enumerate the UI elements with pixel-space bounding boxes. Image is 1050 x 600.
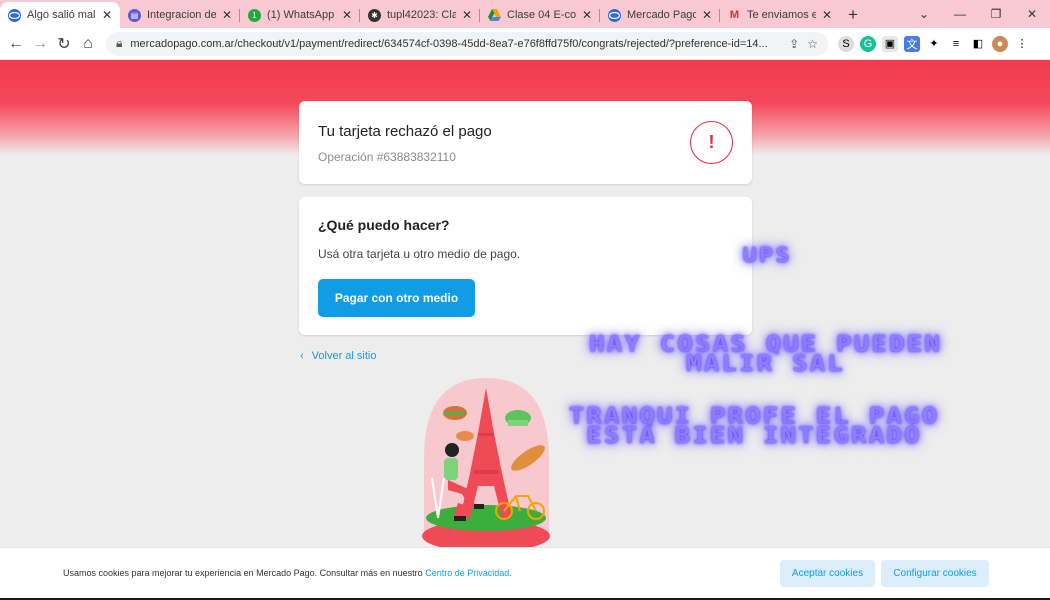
home-icon[interactable]: ⌂ xyxy=(76,32,100,56)
alert-icon: ! xyxy=(690,121,733,164)
tab-title: Mercado Pago D xyxy=(627,9,696,21)
tab-title: (1) WhatsApp xyxy=(267,9,335,21)
status-title: Tu tarjeta rechazó el pago xyxy=(318,123,492,140)
reading-list-icon[interactable]: ≡ xyxy=(948,36,964,52)
screenshot-icon[interactable]: ▣ xyxy=(882,35,898,52)
card-description: Usá otra tarjeta u otro medio de pago. xyxy=(318,247,521,261)
grammarly-icon[interactable]: G xyxy=(860,35,876,52)
close-tab-icon[interactable]: ✕ xyxy=(102,8,112,22)
overlay-line-2b: MALIR SAL xyxy=(686,351,845,378)
translate-icon[interactable]: 文 xyxy=(904,35,920,52)
side-panel-icon[interactable]: ◧ xyxy=(970,36,986,52)
cookie-banner: Usamos cookies para mejorar tu experienc… xyxy=(0,547,1050,600)
privacy-center-link[interactable]: Centro de Privacidad. xyxy=(425,568,512,578)
address-bar[interactable]: 🔒︎ mercadopago.com.ar/checkout/v1/paymen… xyxy=(106,31,828,56)
share-icon[interactable]: ⇪ xyxy=(789,37,799,51)
window-controls: ⌄ — ❐ ✕ xyxy=(906,0,1050,28)
back-arrow-icon[interactable]: ← xyxy=(4,32,28,56)
what-can-i-do-card: ¿Qué puedo hacer? Usá otra tarjeta u otr… xyxy=(299,197,752,335)
restore-icon[interactable]: ❐ xyxy=(978,7,1014,21)
tab-github[interactable]: ✱ tupl42023: Clase ✕ xyxy=(360,2,480,28)
tab-title: tupl42023: Clase xyxy=(387,9,456,21)
tab-title: Integracion de m xyxy=(147,9,216,21)
forward-arrow-icon[interactable]: → xyxy=(28,32,52,56)
mercadopago-icon xyxy=(608,8,621,22)
cookie-message: Usamos cookies para mejorar tu experienc… xyxy=(63,568,512,578)
close-tab-icon[interactable]: ✕ xyxy=(342,8,352,22)
overlay-line-3b: ESTA BIEN INTEGRADO xyxy=(586,423,922,450)
google-drive-icon xyxy=(488,9,501,22)
paris-sticker-illustration xyxy=(422,378,550,552)
whatsapp-icon: 1 xyxy=(248,8,261,22)
printer-icon: ▤ xyxy=(128,8,141,22)
mercadopago-icon xyxy=(8,8,21,22)
browser-tab-strip: Algo salió mal... ✕ ▤ Integracion de m ✕… xyxy=(0,0,1050,28)
tab-title: Algo salió mal... xyxy=(27,9,96,21)
close-tab-icon[interactable]: ✕ xyxy=(582,8,592,22)
close-tab-icon[interactable]: ✕ xyxy=(222,8,232,22)
menu-kebab-icon[interactable]: ⋮ xyxy=(1014,36,1030,52)
close-tab-icon[interactable]: ✕ xyxy=(822,8,832,22)
close-tab-icon[interactable]: ✕ xyxy=(702,8,712,22)
minimize-icon[interactable]: — xyxy=(942,7,978,21)
tab-mercado-pago-dev[interactable]: Mercado Pago D ✕ xyxy=(600,2,720,28)
chevron-left-icon: ‹ xyxy=(300,350,304,362)
checkout-page: Tu tarjeta rechazó el pago Operación #63… xyxy=(0,60,1050,600)
tab-integracion[interactable]: ▤ Integracion de m ✕ xyxy=(120,2,240,28)
operation-number: Operación #63883832110 xyxy=(318,150,456,164)
pay-another-method-button[interactable]: Pagar con otro medio xyxy=(318,279,475,317)
accept-cookies-button[interactable]: Aceptar cookies xyxy=(780,560,875,587)
extension-icons: S G ▣ 文 ✦ ≡ ◧ ● ⋮ xyxy=(838,35,1030,52)
payment-status-card: Tu tarjeta rechazó el pago Operación #63… xyxy=(299,101,752,184)
profile-avatar-icon[interactable]: ● xyxy=(992,35,1008,52)
configure-cookies-button[interactable]: Configurar cookies xyxy=(881,560,989,587)
overlay-ups: UPS xyxy=(742,243,792,268)
card-heading: ¿Qué puedo hacer? xyxy=(318,217,450,233)
close-tab-icon[interactable]: ✕ xyxy=(462,8,472,22)
back-link-label: Volver al sitio xyxy=(311,350,377,362)
tab-title: Clase 04 E-comm xyxy=(507,9,576,21)
tab-algo-salio-mal[interactable]: Algo salió mal... ✕ xyxy=(0,2,120,28)
overlay-line-2: HAY COSAS QUE PUEDEN MALIR SAL xyxy=(553,334,978,378)
tab-title: Te enviamos el c xyxy=(747,9,816,21)
cookie-message-text: Usamos cookies para mejorar tu experienc… xyxy=(63,568,423,578)
lock-icon[interactable]: 🔒︎ xyxy=(116,36,122,51)
tab-whatsapp[interactable]: 1 (1) WhatsApp ✕ xyxy=(240,2,360,28)
gmail-icon: M xyxy=(729,9,740,21)
tab-gmail[interactable]: M Te enviamos el c ✕ xyxy=(720,2,840,28)
overlay-line-3: TRANQUI PROFE EL PAGO ESTA BIEN INTEGRAD… xyxy=(528,406,980,450)
new-tab-button[interactable]: + xyxy=(840,2,866,28)
tab-search-icon[interactable]: ⌄ xyxy=(906,7,942,21)
reload-icon[interactable]: ↻ xyxy=(52,32,76,56)
back-to-site-link[interactable]: ‹ Volver al sitio xyxy=(300,350,376,362)
puzzle-extensions-icon[interactable]: ✦ xyxy=(926,36,942,52)
url-text: mercadopago.com.ar/checkout/v1/payment/r… xyxy=(130,37,768,50)
browser-toolbar: ← → ↻ ⌂ 🔒︎ mercadopago.com.ar/checkout/v… xyxy=(0,28,1050,60)
bookmark-star-icon[interactable]: ☆ xyxy=(807,37,818,51)
close-window-icon[interactable]: ✕ xyxy=(1014,7,1050,21)
tab-clase-04[interactable]: Clase 04 E-comm ✕ xyxy=(480,2,600,28)
skype-icon[interactable]: S xyxy=(838,35,854,52)
github-icon: ✱ xyxy=(368,8,381,22)
